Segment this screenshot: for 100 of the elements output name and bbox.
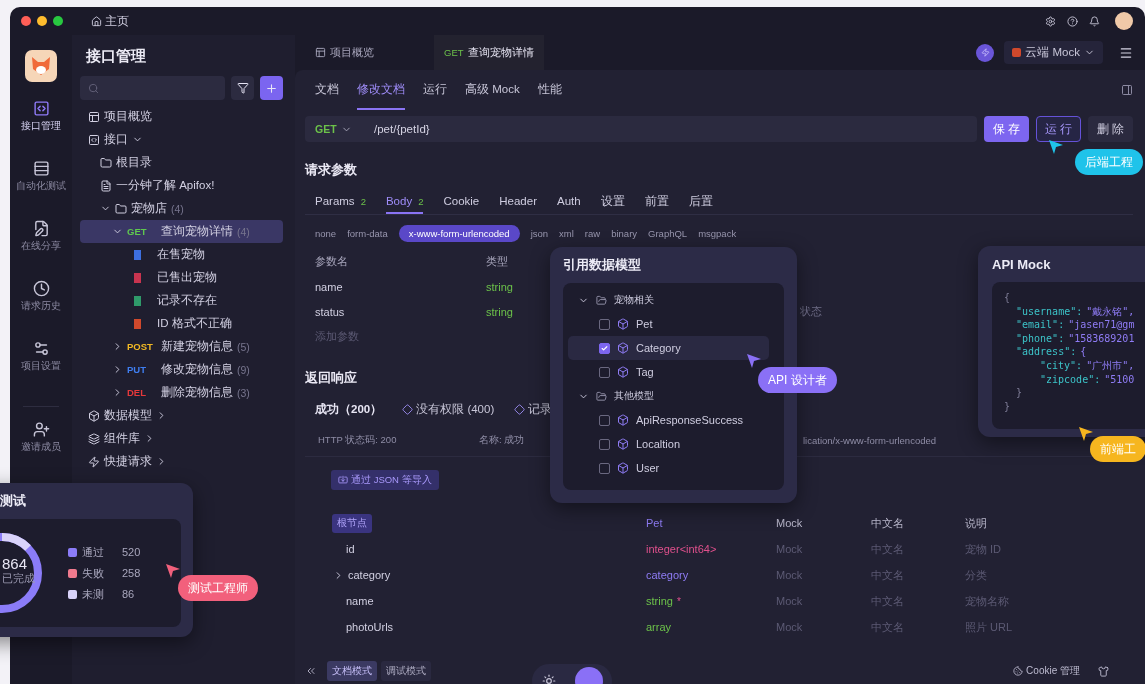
model-name: Tag	[636, 366, 654, 378]
required-mark: *	[676, 595, 681, 607]
doc-tab[interactable]: 运行	[423, 70, 447, 110]
sync-button[interactable]	[976, 43, 995, 62]
help-icon[interactable]	[1067, 15, 1078, 27]
checkbox[interactable]	[599, 366, 610, 378]
tree-item[interactable]: 宠物店 (4)	[80, 197, 283, 220]
collapse-icon[interactable]	[305, 665, 317, 677]
param-tab[interactable]: Params 2	[315, 190, 366, 214]
import-button[interactable]: 通过 JSON 等导入	[331, 470, 439, 490]
tree-item[interactable]: 组件库	[80, 427, 283, 450]
body-type-option[interactable]: none	[315, 227, 337, 239]
action-button[interactable]: 运行	[1036, 116, 1081, 142]
rail-item[interactable]: 在线分享	[10, 220, 72, 280]
shirt-icon[interactable]	[1098, 665, 1109, 677]
section-title: 请求参数	[305, 161, 357, 179]
field-name: id	[346, 543, 355, 555]
model-item[interactable]: Localtion	[568, 432, 769, 456]
tree-item[interactable]: 记录不存在	[80, 289, 283, 312]
tree-item[interactable]: ID 格式不正确	[80, 312, 283, 335]
tree-item[interactable]: POST 新建宠物信息 (5)	[80, 335, 283, 358]
param-tab[interactable]: Cookie	[443, 190, 480, 214]
checkbox[interactable]	[599, 462, 610, 474]
response-tab[interactable]: 成功（200）	[315, 401, 383, 417]
model-group[interactable]: 宠物相关	[568, 288, 769, 312]
action-button[interactable]: 删除	[1088, 116, 1133, 142]
body-type-option[interactable]: binary	[611, 227, 638, 239]
panel-toggle-icon[interactable]	[1121, 84, 1133, 96]
tree-item[interactable]: DEL 删除宠物信息 (3)	[80, 381, 283, 404]
param-tab[interactable]: 后置	[688, 190, 713, 214]
environment-dropdown[interactable]: 云端 Mock	[1004, 41, 1103, 64]
model-item[interactable]: Category	[568, 336, 769, 360]
model-item[interactable]: Pet	[568, 312, 769, 336]
param-tab[interactable]: Auth	[556, 190, 581, 214]
rail-item[interactable]: 项目设置	[10, 340, 72, 400]
page-tab[interactable]: 项目概览	[305, 35, 384, 70]
item-count: (3)	[237, 386, 250, 399]
rail-item[interactable]: 自动化测试	[10, 160, 72, 220]
checkbox[interactable]	[599, 414, 610, 426]
body-type-option[interactable]: GraphQL	[648, 227, 688, 239]
tree-item[interactable]: 快捷请求	[80, 450, 283, 473]
tree-item[interactable]: 根目录	[80, 151, 283, 174]
tree-item[interactable]: GET 查询宠物详情 (4)	[80, 220, 283, 243]
rail-item[interactable]: 请求历史	[10, 280, 72, 340]
checkbox[interactable]	[599, 438, 610, 450]
body-type-option[interactable]: msgpack	[698, 227, 737, 239]
column-header: 参数名	[315, 254, 348, 269]
doc-tab[interactable]: 性能	[537, 70, 562, 110]
url-field[interactable]: GET /pet/{petId}	[305, 116, 977, 142]
rail-item[interactable]: 接口管理	[10, 100, 72, 160]
tree-item[interactable]: 数据模型	[80, 404, 283, 427]
body-type-option[interactable]: form-data	[347, 227, 388, 239]
minimize-light[interactable]	[37, 16, 47, 26]
menu-icon[interactable]	[1119, 45, 1133, 60]
rail-item[interactable]: 邀请成员	[10, 421, 72, 481]
body-type-option[interactable]: x-www-form-urlencoded	[398, 224, 520, 242]
document-icon	[100, 179, 112, 192]
doc-tab[interactable]: 高级 Mock	[465, 70, 520, 110]
body-type-option[interactable]: json	[530, 227, 549, 239]
tree-item[interactable]: 已售出宠物	[80, 266, 283, 289]
checkbox[interactable]	[599, 318, 610, 330]
lightning-icon	[88, 455, 100, 468]
mode-tab[interactable]: 调试模式	[381, 661, 431, 681]
maximize-light[interactable]	[53, 16, 63, 26]
bell-icon[interactable]	[1089, 15, 1100, 27]
doc-tab[interactable]: 文档	[315, 70, 339, 110]
response-tab[interactable]: 记录	[514, 401, 553, 417]
filter-button[interactable]	[231, 76, 254, 100]
body-type-option[interactable]: xml	[559, 227, 574, 239]
tree-item[interactable]: 一分钟了解 Apifox!	[80, 174, 283, 197]
search-field[interactable]	[80, 76, 225, 100]
close-light[interactable]	[21, 16, 31, 26]
tree-item[interactable]: 接口	[80, 128, 283, 151]
cookie-button[interactable]: Cookie 管理	[1013, 664, 1080, 678]
home-link[interactable]: 主页	[91, 12, 129, 30]
home-icon	[91, 15, 102, 27]
body-type-option[interactable]: raw	[584, 227, 601, 239]
cube-icon	[617, 462, 629, 474]
settings-icon[interactable]	[1045, 15, 1056, 27]
model-item[interactable]: ApiResponseSuccess	[568, 408, 769, 432]
response-tab[interactable]: 没有权限 (400)	[402, 401, 495, 417]
action-button[interactable]: 保存	[984, 116, 1029, 142]
checkbox[interactable]	[599, 342, 610, 354]
model-item[interactable]: User	[568, 456, 769, 480]
item-count: (9)	[237, 363, 250, 376]
mode-tab[interactable]: 文档模式	[327, 661, 377, 681]
model-name: Localtion	[636, 438, 681, 450]
tree-item[interactable]: 项目概览	[80, 105, 283, 128]
avatar[interactable]	[1115, 12, 1133, 30]
param-tab[interactable]: Header	[499, 190, 537, 214]
item-count: (5)	[237, 340, 250, 353]
tree-item[interactable]: PUT 修改宠物信息 (9)	[80, 358, 283, 381]
param-tab[interactable]: 前置	[644, 190, 669, 214]
doc-tab[interactable]: 修改文档	[357, 70, 405, 110]
page-tab[interactable]: GET 查询宠物详情	[434, 35, 544, 70]
param-tab[interactable]: 设置	[600, 190, 625, 214]
tree-label: 项目概览	[104, 109, 152, 124]
add-button[interactable]	[260, 76, 283, 100]
tree-item[interactable]: 在售宠物	[80, 243, 283, 266]
param-tab[interactable]: Body 2	[385, 190, 424, 214]
